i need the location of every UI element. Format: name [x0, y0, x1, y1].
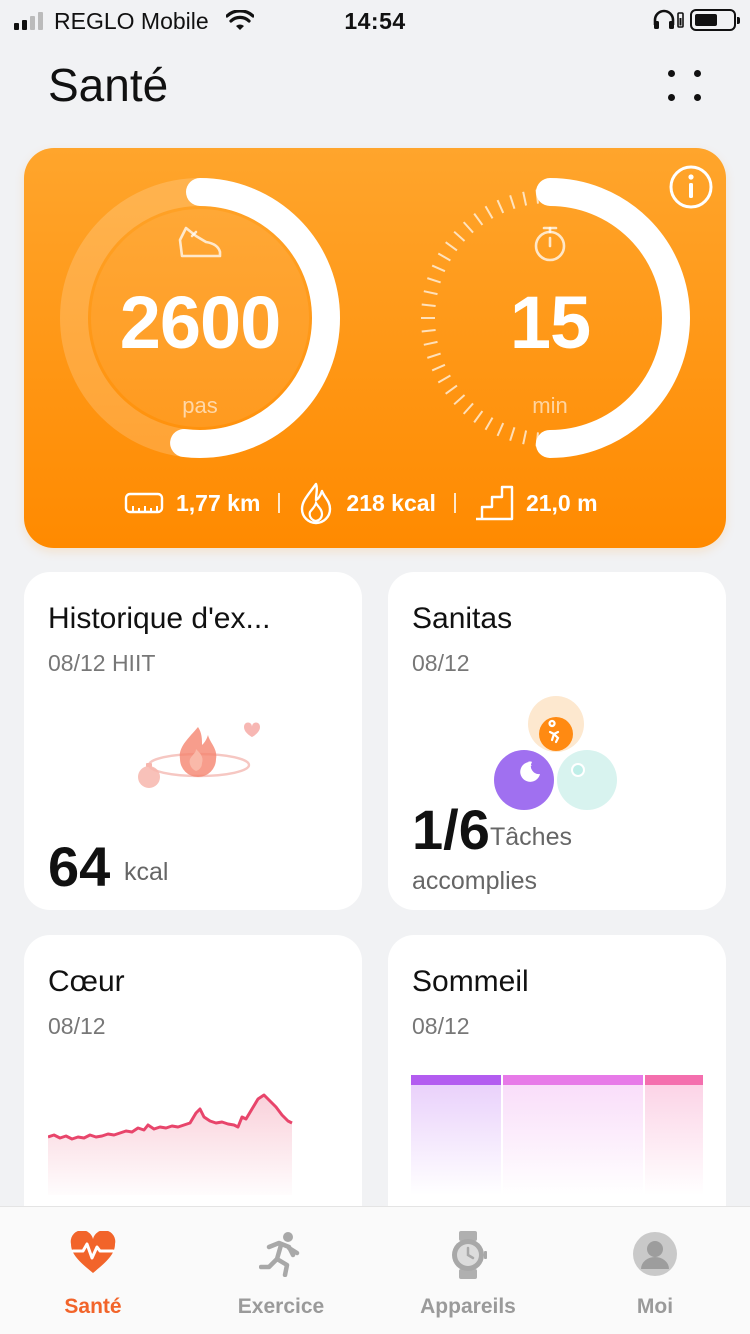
tick-mark [421, 303, 436, 307]
more-options-button[interactable] [664, 66, 706, 108]
card-date: 08/12 HIIT [48, 650, 156, 676]
card-title: Historique d'ex... [48, 602, 271, 635]
tick-mark [423, 340, 438, 346]
tasks-value: 1/6 [412, 798, 490, 861]
heart-pulse-icon [70, 1231, 116, 1273]
running-icon [259, 1232, 300, 1277]
duration-unit: min [532, 393, 568, 418]
steps-unit: pas [182, 393, 218, 418]
activity-rings-card[interactable]: 2600 pas 15 min 1,77 km 218 kcal 21,0 m [24, 148, 726, 548]
tick-mark [445, 241, 458, 252]
divider [453, 493, 456, 513]
card-title: Sommeil [412, 965, 529, 998]
heart-rate-chart [48, 1093, 293, 1195]
tick-mark [496, 199, 505, 214]
flame-icon [301, 482, 332, 525]
battery-icon [690, 9, 740, 31]
nav-label: Moi [636, 1295, 674, 1318]
calories-value: 218 kcal [346, 489, 436, 516]
status-time: 14:54 [344, 8, 406, 34]
duration-value: 15 [509, 281, 591, 364]
tick-mark [509, 427, 516, 441]
exercise-illustration [138, 722, 260, 788]
climb-value: 21,0 m [525, 489, 598, 516]
tick-mark [437, 374, 451, 384]
tasks-illustration: z [494, 696, 617, 810]
tick-mark [437, 252, 451, 262]
status-bar: REGLO Mobile 14:54 [0, 0, 750, 44]
card-title: Cœur [48, 965, 125, 998]
activity-stats: 1,77 km 218 kcal 21,0 m [124, 481, 598, 525]
nav-label: Santé [64, 1295, 122, 1318]
card-date: 08/12 [412, 1013, 470, 1039]
divider [278, 493, 281, 513]
info-icon[interactable] [668, 164, 714, 210]
tick-mark [453, 230, 466, 242]
stopwatch-icon [534, 226, 566, 262]
bottom-navigation: Santé Exercice Appareils Moi [0, 1206, 750, 1334]
headphones-icon [653, 9, 684, 29]
tick-mark [522, 191, 528, 206]
tick-mark [423, 290, 438, 296]
tick-mark [522, 430, 528, 445]
heart-card[interactable]: Cœur 08/12 [24, 935, 362, 1235]
sleep-chart [411, 1075, 703, 1195]
exercise-calories-value: 64 [48, 835, 111, 898]
tick-mark [431, 264, 446, 273]
page-title: Santé [48, 59, 169, 111]
watch-icon [452, 1231, 487, 1279]
tick-mark [473, 213, 484, 226]
exercise-calories-unit: kcal [124, 858, 169, 886]
user-icon [633, 1232, 677, 1276]
tick-mark [496, 422, 505, 437]
card-date: 08/12 [48, 1013, 106, 1039]
tick-mark [427, 352, 441, 359]
nav-label: Appareils [420, 1295, 516, 1318]
nav-tab-moi[interactable]: Moi [565, 1207, 745, 1334]
tasks-unit: Tâches [490, 823, 572, 851]
ruler-icon [124, 492, 164, 514]
stairs-icon [475, 485, 514, 521]
svg-text:z: z [528, 759, 532, 768]
tick-mark [509, 195, 516, 209]
nav-tab-exercice[interactable]: Exercice [191, 1207, 371, 1334]
distance-stat: 1,77 km [124, 490, 260, 517]
nav-label: Exercice [237, 1295, 325, 1318]
climb-stat: 21,0 m [474, 485, 598, 521]
tick-mark [462, 221, 474, 234]
card-title: Sanitas [412, 602, 513, 635]
distance-value: 1,77 km [176, 489, 261, 516]
card-date: 08/12 [412, 650, 470, 676]
tick-mark [427, 277, 441, 284]
steps-value: 2600 [119, 281, 282, 364]
exercise-history-card[interactable]: Historique d'ex... 08/12 HIIT 64 kcal [24, 572, 362, 910]
tick-mark [431, 363, 446, 372]
tick-mark [484, 417, 494, 431]
sleep-card[interactable]: Sommeil 08/12 [388, 935, 726, 1235]
calories-stat: 218 kcal [298, 481, 436, 525]
tasks-unit-line2: accomplies [412, 867, 538, 895]
tick-mark [421, 329, 436, 333]
tick-mark [484, 205, 494, 219]
sanitas-card[interactable]: Sanitas 08/12 z 1/6 Tâches accomplies [388, 572, 726, 910]
nav-tab-appareils[interactable]: Appareils [378, 1207, 558, 1334]
nav-tab-sante[interactable]: Santé [3, 1207, 183, 1334]
